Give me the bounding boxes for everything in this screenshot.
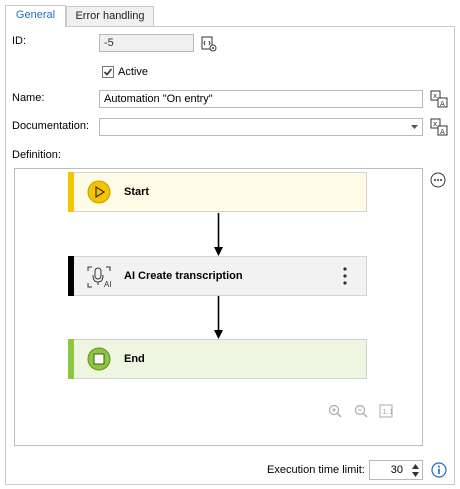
start-node-accent [68, 172, 74, 212]
documentation-field[interactable] [99, 118, 423, 136]
name-field[interactable]: Automation "On entry" [99, 90, 423, 108]
execution-time-limit-stepper[interactable]: 30 [369, 460, 423, 480]
name-label: Name: [12, 92, 45, 104]
id-field: -5 [99, 34, 194, 52]
active-label: Active [118, 66, 148, 78]
svg-text:1:1: 1:1 [382, 408, 393, 416]
stop-icon [87, 347, 111, 371]
action-node-label: AI Create transcription [124, 270, 243, 282]
start-node[interactable]: Start [68, 172, 367, 212]
svg-text:A: A [440, 100, 445, 108]
chevron-up-icon[interactable] [412, 464, 419, 469]
tab-general[interactable]: General [5, 5, 66, 27]
execution-time-limit-value[interactable]: 30 [391, 461, 403, 479]
translate-icon[interactable]: x A [430, 90, 448, 108]
ai-badge: AI [104, 280, 112, 289]
documentation-label: Documentation: [12, 120, 90, 132]
definition-label: Definition: [12, 149, 61, 161]
svg-text:x: x [433, 120, 437, 128]
info-icon[interactable] [431, 462, 447, 478]
chevron-down-icon[interactable] [412, 472, 419, 477]
end-node-accent [68, 339, 74, 379]
fit-icon[interactable]: 1:1 [379, 404, 393, 418]
zoom-out-icon[interactable] [354, 404, 368, 418]
play-icon [87, 180, 111, 204]
active-checkbox[interactable] [102, 66, 114, 78]
settings-id-icon[interactable] [200, 35, 218, 53]
kebab-icon[interactable] [341, 266, 349, 286]
definition-canvas[interactable]: Start AI AI Create transcription End 1:1 [14, 168, 423, 446]
end-node[interactable]: End [68, 339, 367, 379]
start-node-label: Start [124, 186, 150, 198]
action-node-accent [68, 256, 74, 296]
execution-time-limit-label: Execution time limit: [267, 464, 365, 476]
svg-text:x: x [433, 92, 437, 100]
end-node-label: End [124, 353, 145, 365]
id-label: ID: [12, 35, 27, 47]
tab-error-handling[interactable]: Error handling [66, 6, 154, 26]
more-icon[interactable] [430, 172, 446, 188]
svg-text:A: A [440, 128, 445, 136]
checkmark-icon [103, 68, 113, 76]
chevron-down-icon[interactable] [411, 125, 418, 129]
action-node[interactable]: AI AI Create transcription [68, 256, 367, 296]
translate-icon[interactable]: x A [430, 118, 448, 136]
zoom-in-icon[interactable] [328, 404, 342, 418]
